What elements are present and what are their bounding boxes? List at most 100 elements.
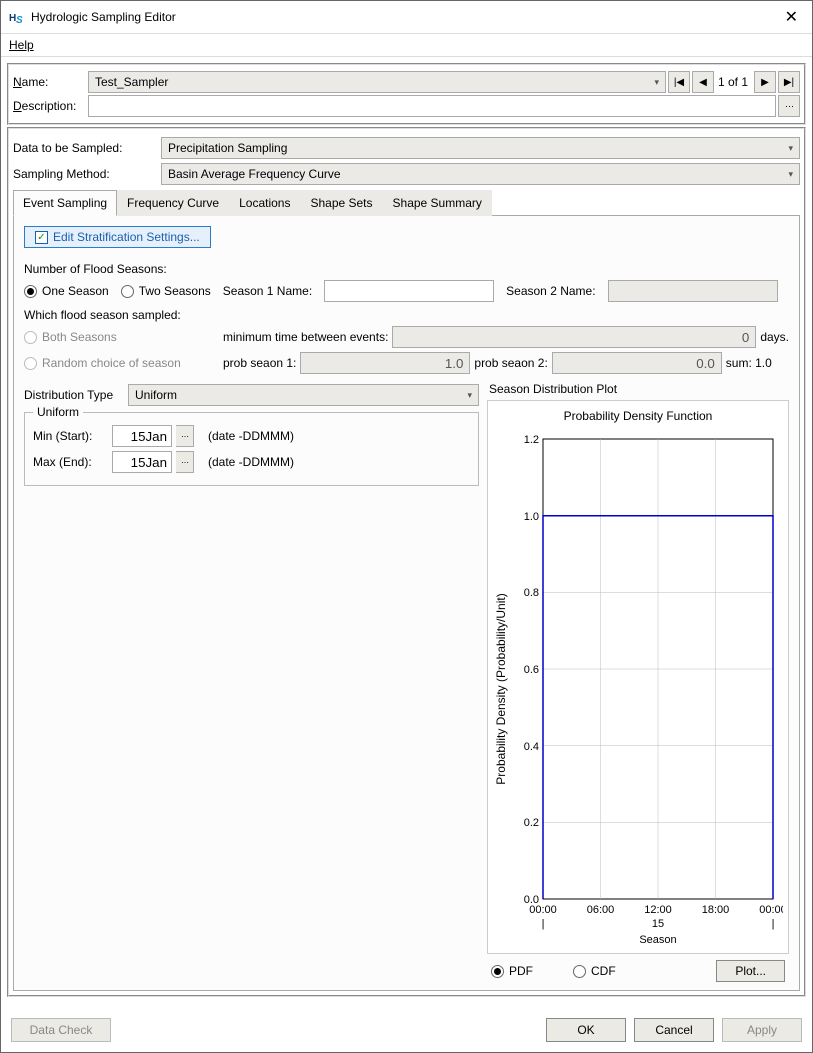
ok-button[interactable]: OK xyxy=(546,1018,626,1042)
sampling-method-value: Basin Average Frequency Curve xyxy=(168,167,341,181)
tab-frequency-curve[interactable]: Frequency Curve xyxy=(117,190,229,216)
plot-panel-title: Season Distribution Plot xyxy=(489,382,789,396)
radio-circle-icon xyxy=(24,285,37,298)
nav-next-button[interactable]: ▶ xyxy=(754,71,776,93)
tab-shape-summary[interactable]: Shape Summary xyxy=(383,190,492,216)
chevron-down-icon: ▾ xyxy=(788,143,793,154)
svg-text:S: S xyxy=(16,15,23,25)
radio-both-seasons: Both Seasons xyxy=(24,330,219,344)
svg-text:18:00: 18:00 xyxy=(702,904,730,916)
x-axis-label: Season xyxy=(639,934,676,946)
svg-text:1.0: 1.0 xyxy=(524,511,539,523)
edit-stratification-button[interactable]: ✓ Edit Stratification Settings... xyxy=(24,226,211,248)
name-value: Test_Sampler xyxy=(95,75,168,89)
nav-first-button[interactable]: |◀ xyxy=(668,71,690,93)
season1-name-input[interactable] xyxy=(324,280,494,302)
name-label: Name: xyxy=(13,75,88,89)
description-more-button[interactable]: ⋯ xyxy=(778,95,800,117)
chart-svg: Probability Density (Probability/Unit) xyxy=(493,429,783,949)
dist-type-value: Uniform xyxy=(135,388,177,402)
tab-shape-sets[interactable]: Shape Sets xyxy=(300,190,382,216)
min-time-label: minimum time between events: xyxy=(223,330,388,344)
data-to-sample-dropdown[interactable]: Precipitation Sampling ▾ xyxy=(161,137,800,159)
radio-pdf[interactable]: PDF xyxy=(491,964,533,978)
which-season-label: Which flood season sampled: xyxy=(24,308,789,322)
dist-type-dropdown[interactable]: Uniform ▾ xyxy=(128,384,479,406)
dist-type-label: Distribution Type xyxy=(24,388,124,402)
chevron-down-icon: ▾ xyxy=(467,390,472,401)
svg-text:12:00: 12:00 xyxy=(644,904,672,916)
prob2-label: prob seaon 2: xyxy=(474,356,547,370)
max-end-hint: (date -DDMMM) xyxy=(208,455,294,469)
plot-button[interactable]: Plot... xyxy=(716,960,785,982)
svg-text:|: | xyxy=(542,918,545,930)
num-seasons-label: Number of Flood Seasons: xyxy=(24,262,789,276)
prob1-label: prob seaon 1: xyxy=(223,356,296,370)
radio-one-season-label: One Season xyxy=(42,284,109,298)
min-start-label: Min (Start): xyxy=(33,429,108,443)
tab-body-event-sampling: ✓ Edit Stratification Settings... Number… xyxy=(13,216,800,991)
radio-circle-icon xyxy=(573,965,586,978)
cancel-button[interactable]: Cancel xyxy=(634,1018,714,1042)
checkmark-icon: ✓ xyxy=(35,231,48,244)
sum-label: sum: 1.0 xyxy=(726,356,772,370)
radio-cdf[interactable]: CDF xyxy=(573,964,616,978)
max-end-label: Max (End): xyxy=(33,455,108,469)
tab-event-sampling[interactable]: Event Sampling xyxy=(13,190,117,216)
min-start-hint: (date -DDMMM) xyxy=(208,429,294,443)
uniform-fieldset: Uniform Min (Start): ⋯ (date -DDMMM) Max… xyxy=(24,412,479,486)
days-label: days. xyxy=(760,330,789,344)
radio-cdf-label: CDF xyxy=(591,964,616,978)
chevron-down-icon: ▾ xyxy=(788,169,793,180)
min-start-input[interactable] xyxy=(112,425,172,447)
menu-help[interactable]: H xyxy=(9,38,18,52)
svg-text:0.6: 0.6 xyxy=(524,664,539,676)
description-input[interactable] xyxy=(88,95,776,117)
min-start-picker-button[interactable]: ⋯ xyxy=(176,425,194,447)
radio-circle-icon xyxy=(121,285,134,298)
radio-random-choice: Random choice of season xyxy=(24,356,219,370)
chart-container: Probability Density Function Probability… xyxy=(487,400,789,954)
close-icon[interactable]: ✕ xyxy=(779,7,804,27)
max-end-picker-button[interactable]: ⋯ xyxy=(176,451,194,473)
nav-page-text: 1 of 1 xyxy=(714,75,752,89)
y-axis-label: Probability Density (Probability/Unit) xyxy=(494,593,508,784)
season2-name-input xyxy=(608,280,778,302)
prob2-input xyxy=(552,352,722,374)
season2-name-label: Season 2 Name: xyxy=(506,284,595,298)
tab-bar: Event Sampling Frequency Curve Locations… xyxy=(13,189,800,216)
data-to-sample-value: Precipitation Sampling xyxy=(168,141,287,155)
nav-prev-button[interactable]: ◀ xyxy=(692,71,714,93)
radio-two-seasons[interactable]: Two Seasons xyxy=(121,284,211,298)
svg-text:|: | xyxy=(772,918,775,930)
season1-name-label: Season 1 Name: xyxy=(223,284,312,298)
svg-text:1.2: 1.2 xyxy=(524,434,539,446)
name-dropdown[interactable]: Test_Sampler ▾ xyxy=(88,71,666,93)
menu-help-rest[interactable]: elp xyxy=(18,38,34,52)
svg-text:0.2: 0.2 xyxy=(524,817,539,829)
tab-locations[interactable]: Locations xyxy=(229,190,300,216)
radio-two-seasons-label: Two Seasons xyxy=(139,284,211,298)
radio-random-label: Random choice of season xyxy=(42,356,181,370)
sampling-method-dropdown[interactable]: Basin Average Frequency Curve ▾ xyxy=(161,163,800,185)
title-bar: HS Hydrologic Sampling Editor ✕ xyxy=(1,1,812,34)
window-title: Hydrologic Sampling Editor xyxy=(31,10,779,24)
svg-text:00:00: 00:00 xyxy=(529,904,557,916)
chart-title: Probability Density Function xyxy=(488,409,788,423)
sampling-method-label: Sampling Method: xyxy=(13,167,157,181)
radio-circle-icon xyxy=(491,965,504,978)
radio-pdf-label: PDF xyxy=(509,964,533,978)
max-end-input[interactable] xyxy=(112,451,172,473)
min-time-input xyxy=(392,326,756,348)
data-check-button: Data Check xyxy=(11,1018,111,1042)
radio-circle-icon xyxy=(24,331,37,344)
svg-text:06:00: 06:00 xyxy=(587,904,615,916)
edit-stratification-label: Edit Stratification Settings... xyxy=(53,230,200,244)
radio-both-seasons-label: Both Seasons xyxy=(42,330,117,344)
data-to-sample-label: Data to be Sampled: xyxy=(13,141,157,155)
x-sub-label: 15 xyxy=(652,918,664,930)
radio-one-season[interactable]: One Season xyxy=(24,284,109,298)
nav-last-button[interactable]: ▶| xyxy=(778,71,800,93)
uniform-legend: Uniform xyxy=(33,405,83,419)
menu-bar: Help xyxy=(1,34,812,57)
